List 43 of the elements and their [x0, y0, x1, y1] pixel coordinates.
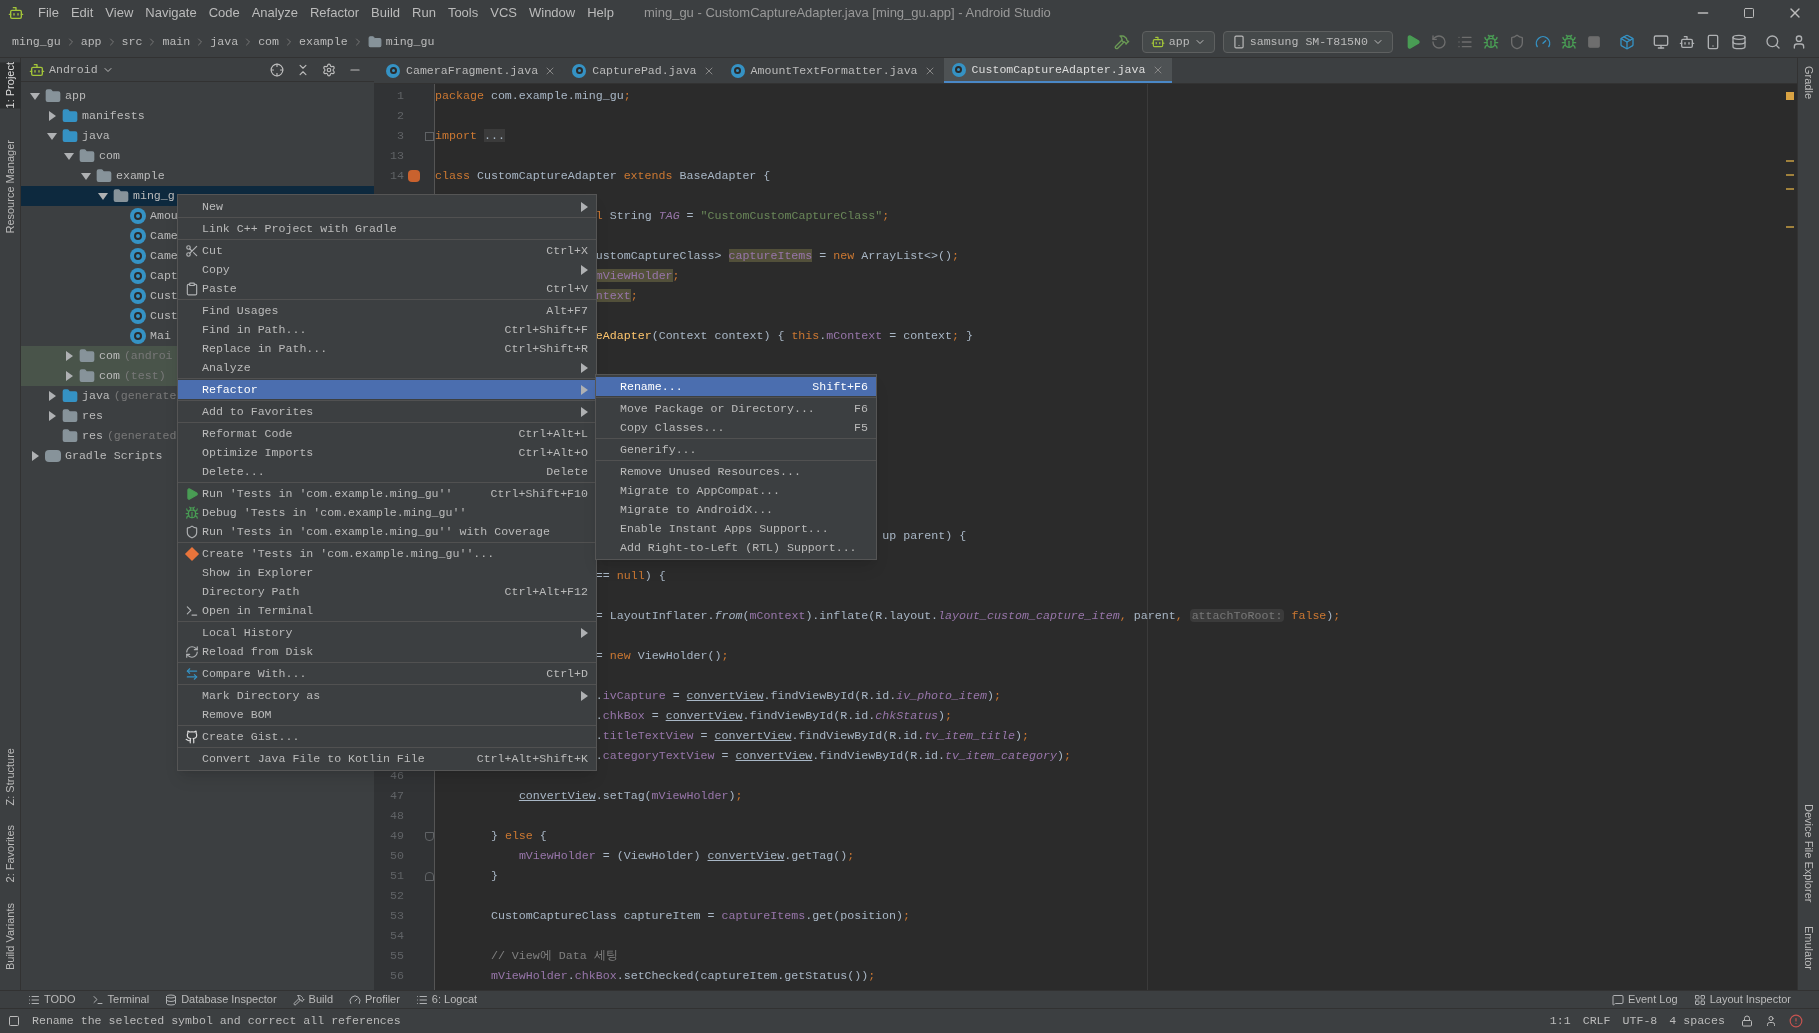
code-line: eAdapter(Context context) { this.mContext = context; } [595, 328, 974, 345]
code-line: ustomCaptureClass> captureItems = new ArrayList<>(); [595, 248, 960, 265]
tree-item-label: Capt [150, 268, 178, 285]
tree-item-label: manifests [82, 108, 145, 125]
code-line: ntext; [595, 288, 638, 305]
tree-item-label: Came [150, 248, 178, 265]
code-line: convertView.setTag(mViewHolder); [518, 788, 743, 805]
code-line: } else { [490, 828, 547, 845]
code-line: package com.example.ming_gu; [435, 88, 631, 105]
status-message: Rename the selected symbol and correct all references [32, 1013, 401, 1030]
tree-item-label: Cust [150, 288, 178, 305]
code-line: class CustomCaptureAdapter extends BaseAdapter { [435, 168, 771, 185]
code-line: } [490, 868, 498, 885]
tree-item-label: java [82, 388, 110, 405]
tree-item-label: ming_g [133, 188, 175, 205]
code-line: .categoryTextView = convertView.findViewById(R.id.tv_item_category); [595, 748, 1071, 765]
tree-item-label: Gradle Scripts [65, 448, 163, 465]
code-line: .ivCapture = convertView.findViewById(R.id.iv_photo_item); [595, 688, 1001, 705]
code-line: mViewHolder = (ViewHolder) convertView.getTag(); [518, 848, 855, 865]
tree-item-label: java [82, 128, 110, 145]
tree-item-label: Came [150, 228, 178, 245]
tree-item-label: Cust [150, 308, 178, 325]
code-line: up parent) { [882, 528, 967, 545]
code-line: .chkBox = convertView.findViewById(R.id.chkStatus); [595, 708, 953, 725]
tree-item-label: res [82, 428, 103, 445]
tree-item-label: example [116, 168, 165, 185]
code-line: mViewHolder; [595, 268, 680, 285]
tree-item-label: app [65, 88, 86, 105]
code-line: CustomCaptureClass captureItem = captureItems.get(position); [490, 908, 911, 925]
window-title: ming_gu - CustomCaptureAdapter.java [ming_gu.app] - Android Studio [643, 4, 1051, 23]
code-line: import ... [435, 128, 505, 145]
tree-item-label: com [99, 368, 120, 385]
tree-item-label: com [99, 148, 120, 165]
tree-item-label: res [82, 408, 103, 425]
tree-item-label: com [99, 348, 120, 365]
tree-item-note: (generate [113, 388, 177, 405]
code-line: l String TAG = "CustomCustomCaptureClass"; [595, 208, 890, 225]
code-line: mViewHolder.chkBox.setChecked(captureItem.getStatus()); [490, 968, 876, 985]
tree-item-label: Mai [150, 328, 171, 345]
code-line: .titleTextView = convertView.findViewById(R.id.tv_item_title); [595, 728, 1029, 745]
code-line: // View에 Data 세팅 [490, 948, 618, 965]
tree-item-note: (generated [106, 428, 177, 445]
tree-item-label: Amou [150, 208, 178, 225]
